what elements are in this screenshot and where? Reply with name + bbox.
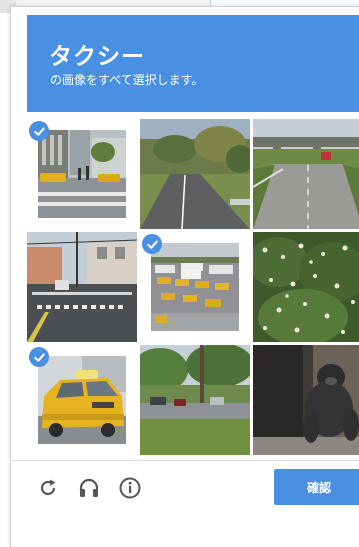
reload-icon[interactable]: [36, 476, 60, 500]
selected-checkmark-icon: [142, 234, 162, 254]
tile-image-gorilla-statue: [253, 345, 359, 455]
grid-tile-3[interactable]: [253, 119, 359, 229]
grid-tile-9[interactable]: [253, 345, 359, 455]
challenge-header: タクシー の画像をすべて選択します。: [27, 15, 359, 112]
grid-tile-6[interactable]: [253, 232, 359, 342]
challenge-title: タクシー: [49, 44, 145, 70]
tile-image-shrub: [253, 232, 359, 342]
image-grid: [27, 119, 359, 455]
tile-image-street-trees: [140, 345, 250, 455]
selected-checkmark-icon: [29, 121, 49, 141]
tile-image-parking-lot: [151, 243, 239, 331]
challenge-footer: 確認: [12, 460, 359, 513]
tile-image-intersection: [27, 232, 137, 342]
grid-tile-1[interactable]: [27, 119, 137, 229]
challenge-instruction: の画像をすべて選択します。: [50, 73, 204, 87]
tile-image-city-street: [38, 130, 126, 218]
grid-tile-8[interactable]: [140, 345, 250, 455]
tile-image-country-road: [140, 119, 250, 229]
tile-image-yellow-taxi: [38, 356, 126, 444]
grid-tile-2[interactable]: [140, 119, 250, 229]
headphones-icon[interactable]: [77, 476, 101, 500]
tile-image-highway: [253, 119, 359, 229]
info-icon[interactable]: [118, 476, 142, 500]
grid-tile-5[interactable]: [140, 232, 250, 342]
verify-button[interactable]: 確認: [274, 469, 359, 505]
grid-tile-4[interactable]: [27, 232, 137, 342]
grid-tile-7[interactable]: [27, 345, 137, 455]
selected-checkmark-icon: [29, 347, 49, 367]
